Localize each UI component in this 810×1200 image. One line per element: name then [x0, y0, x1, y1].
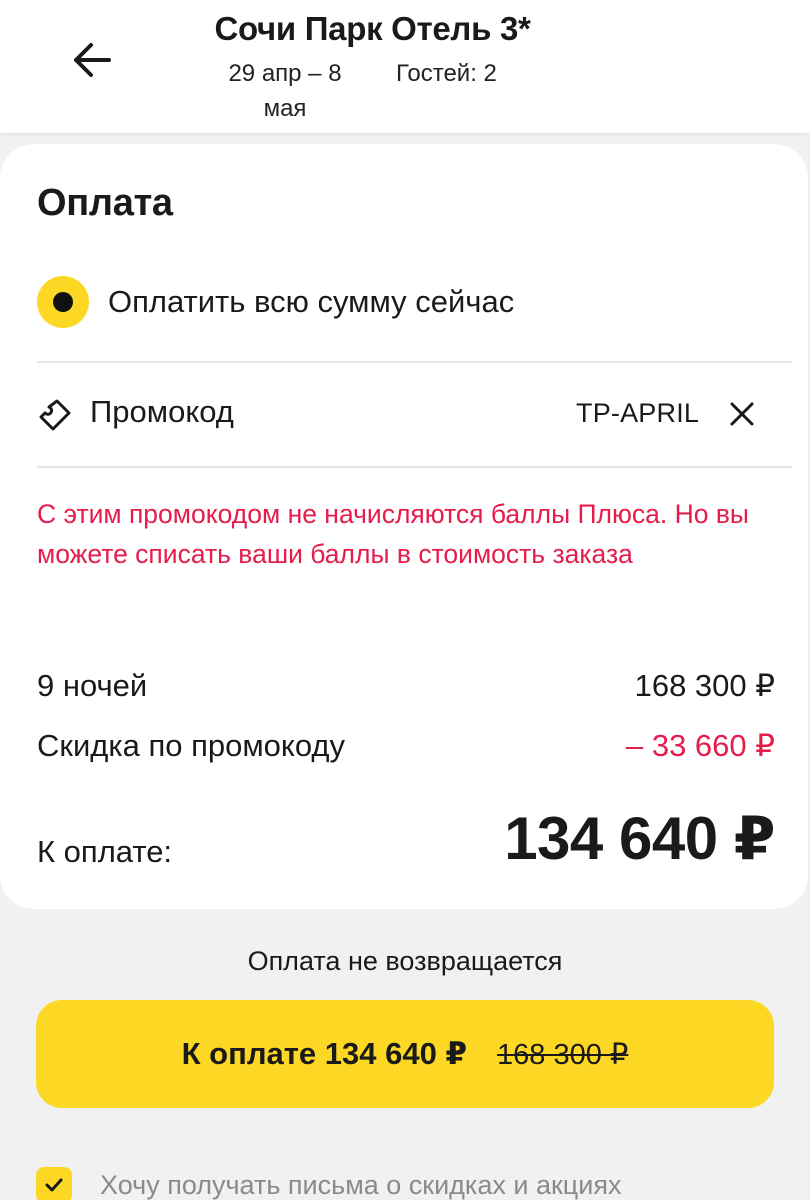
newsletter-checkbox[interactable]: [36, 1167, 72, 1200]
radio-button-selected[interactable]: [37, 276, 89, 328]
payment-card: Оплата Оплатить всю сумму сейчас Промоко…: [0, 144, 808, 909]
hotel-title: Сочи Парк Отель 3*: [214, 10, 531, 47]
refund-note: Оплата не возвращается: [247, 946, 563, 976]
pay-full-label: Оплатить всю сумму сейчас: [108, 284, 515, 319]
radio-dot: [53, 292, 73, 312]
divider: [37, 361, 792, 363]
newsletter-label: Хочу получать письма о скидках и акциях: [100, 1169, 622, 1200]
old-price: 168 300 ₽: [497, 1038, 629, 1071]
tag-icon: [39, 399, 71, 431]
promo-code-value[interactable]: TP-APRIL: [576, 398, 699, 429]
pay-button-label: К оплате 134 640 ₽: [181, 1036, 468, 1071]
divider: [37, 466, 792, 468]
total-amount: 134 640 ₽: [504, 805, 775, 872]
discount-label: Скидка по промокоду: [37, 728, 345, 763]
nights-label: 9 ночей: [37, 668, 148, 703]
payment-title: Оплата: [37, 182, 173, 224]
close-icon[interactable]: [726, 398, 758, 430]
pay-full-option[interactable]: Оплатить всю сумму сейчас: [37, 272, 514, 332]
promo-label: Промокод: [90, 394, 234, 429]
promo-warning: С этим промокодом не начисляются баллы П…: [37, 499, 749, 569]
guests-count: Гостей: 2: [396, 60, 497, 87]
discount-amount: – 33 660 ₽: [625, 728, 775, 763]
back-button[interactable]: [62, 30, 122, 90]
nights-price: 168 300 ₽: [634, 668, 775, 703]
total-label: К оплате:: [37, 834, 173, 869]
newsletter-option[interactable]: Хочу получать письма о скидках и акциях: [36, 1165, 621, 1200]
checkmark-icon: [45, 1178, 63, 1192]
app-header: Сочи Парк Отель 3* 29 апр – 8 мая Гостей…: [0, 0, 810, 133]
arrow-left-icon: [74, 43, 111, 77]
stay-dates: 29 апр – 8 мая: [228, 60, 342, 122]
pay-button[interactable]: К оплате 134 640 ₽ 168 300 ₽: [36, 1000, 774, 1108]
